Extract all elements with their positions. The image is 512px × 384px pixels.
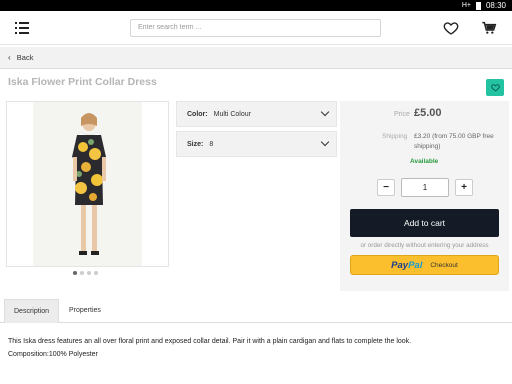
menu-icon[interactable] [15, 22, 29, 34]
order-directly-note: or order directly without entering your … [360, 242, 489, 249]
quantity-input[interactable]: 1 [401, 178, 449, 197]
add-to-cart-button[interactable]: Add to cart [350, 209, 499, 237]
composition-text: Composition:100% Polyester [8, 351, 98, 358]
color-select-label: Color: [187, 110, 208, 118]
color-select-value: Multi Colour [213, 110, 251, 118]
gallery-dot[interactable] [80, 271, 84, 275]
product-description: This Iska dress features an all over flo… [8, 335, 504, 361]
shipping-label: Shipping [382, 133, 408, 140]
top-app-bar: Enter search term ... [0, 11, 512, 45]
buy-box: Price £5.00 Shipping £3.20 (from 75.00 G… [340, 101, 509, 291]
product-image-frame[interactable] [6, 101, 169, 267]
availability-status: Available [410, 158, 439, 165]
status-time: 08:30 [485, 1, 506, 10]
battery-icon [475, 1, 481, 10]
tab-properties[interactable]: Properties [60, 299, 110, 323]
product-image[interactable] [33, 102, 142, 266]
gallery-dot[interactable] [73, 271, 77, 275]
signal-indicator: H+ [461, 2, 471, 9]
paypal-checkout-button[interactable]: PayPal Checkout [350, 255, 499, 275]
size-select[interactable]: Size: 8 [176, 131, 337, 157]
cart-icon[interactable] [480, 20, 498, 36]
heart-icon[interactable] [443, 20, 459, 36]
dress-photo [33, 102, 142, 266]
paypal-checkout-label: Checkout [430, 261, 458, 269]
wishlist-button[interactable] [486, 79, 504, 96]
color-select[interactable]: Color: Multi Colour [176, 101, 337, 127]
shipping-value: £3.20 (from 75.00 GBP free shipping) [414, 133, 494, 150]
tab-description[interactable]: Description [4, 299, 60, 323]
price-value: £5.00 [414, 107, 442, 119]
product-tabs: Description Properties [0, 299, 512, 323]
gallery-dot[interactable] [87, 271, 91, 275]
back-button[interactable]: ‹ Back [0, 47, 512, 69]
chevron-down-icon [320, 137, 330, 147]
quantity-decrease-button[interactable]: − [377, 179, 395, 196]
status-bar: H+ 08:30 [0, 0, 512, 11]
chevron-left-icon: ‹ [8, 53, 11, 62]
chevron-down-icon [320, 107, 330, 117]
product-title: Iska Flower Print Collar Dress [8, 76, 157, 88]
search-input[interactable]: Enter search term ... [130, 19, 381, 37]
price-label: Price [394, 111, 410, 118]
quantity-increase-button[interactable]: + [455, 179, 473, 196]
description-text: This Iska dress features an all over flo… [8, 338, 412, 345]
gallery-pagination [73, 271, 98, 275]
back-label: Back [16, 53, 34, 62]
gallery-dot[interactable] [94, 271, 98, 275]
paypal-logo: PayPal [391, 259, 423, 271]
size-select-value: 8 [209, 140, 214, 148]
heart-icon [490, 84, 500, 92]
size-select-label: Size: [187, 140, 204, 148]
